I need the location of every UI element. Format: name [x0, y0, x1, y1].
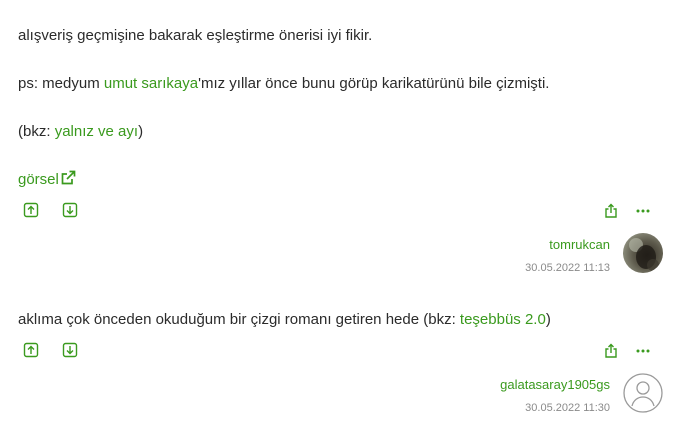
bkz-link-tesebbus-2-0[interactable]: teşebbüs 2.0	[460, 311, 546, 328]
image-link[interactable]: görsel	[18, 170, 76, 188]
entry1-text-line3: (bkz: yalnız ve ayı)	[18, 122, 143, 142]
entry1-text-line2: ps: medyum umut sarıkaya'mız yıllar önce…	[18, 74, 549, 94]
entry1-line2-suffix: 'mız yıllar önce bunu görüp karikatürünü…	[198, 75, 550, 92]
entry1-author-block: tomrukcan 30.05.2022 11:13	[525, 237, 610, 275]
bkz-suffix: )	[138, 123, 144, 140]
author-name[interactable]: tomrukcan	[525, 237, 610, 253]
avatar[interactable]	[623, 233, 663, 273]
share-icon[interactable]	[602, 202, 620, 220]
more-icon[interactable]	[634, 342, 652, 360]
entry2-line1-suffix: )	[545, 311, 551, 328]
entry2-text-line1: aklıma çok önceden okuduğum bir çizgi ro…	[18, 310, 551, 330]
downvote-icon[interactable]	[61, 201, 79, 219]
more-icon[interactable]	[634, 202, 652, 220]
default-avatar-icon[interactable]	[623, 373, 663, 413]
bkz-link-yalniz-ve-ayi[interactable]: yalnız ve ayı	[55, 123, 138, 140]
image-link-row: görsel	[18, 170, 76, 192]
user-link-umut-sarikaya[interactable]: umut sarıkaya	[104, 75, 198, 92]
upvote-icon[interactable]	[22, 201, 40, 219]
entry1-line2-prefix: ps: medyum	[18, 75, 104, 92]
upvote-icon[interactable]	[22, 341, 40, 359]
image-link-label: görsel	[18, 171, 59, 188]
entry2-line1-prefix: aklıma çok önceden okuduğum bir çizgi ro…	[18, 311, 460, 328]
external-link-icon	[60, 170, 76, 192]
entry2-author-block: galatasaray1905gs 30.05.2022 11:30	[500, 377, 610, 415]
author-name[interactable]: galatasaray1905gs	[500, 377, 610, 393]
bkz-prefix: (bkz:	[18, 123, 55, 140]
entry1-text-line1: alışveriş geçmişine bakarak eşleştirme ö…	[18, 27, 373, 44]
share-icon[interactable]	[602, 342, 620, 360]
downvote-icon[interactable]	[61, 341, 79, 359]
entry-date[interactable]: 30.05.2022 11:13	[525, 261, 610, 275]
entry-date[interactable]: 30.05.2022 11:30	[500, 401, 610, 415]
